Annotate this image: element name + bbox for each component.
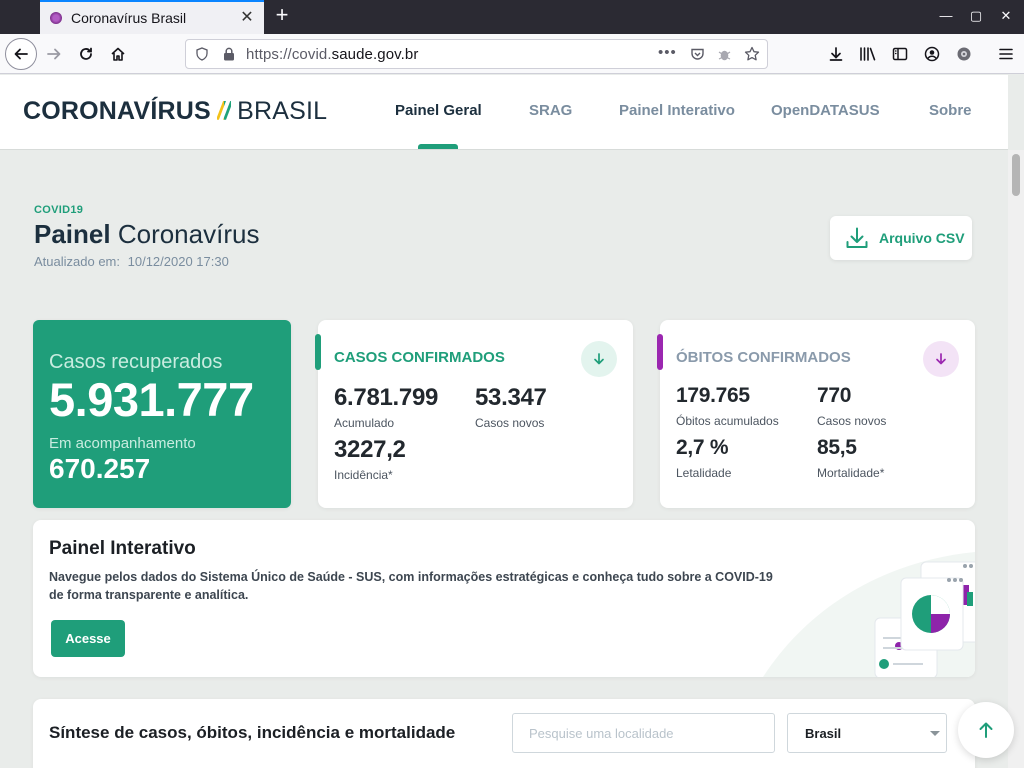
recovered-label: Casos recuperados (49, 351, 223, 373)
scrollbar-thumb[interactable] (1012, 154, 1020, 196)
csv-button-label: Arquivo CSV (879, 230, 965, 246)
last-updated: Atualizado em: 10/12/2020 17:30 (34, 254, 229, 269)
menu-item-opendatasus[interactable]: OpenDATASUS (771, 102, 880, 119)
cases-accumulated-label: Acumulado (334, 416, 395, 430)
bookmark-star-icon[interactable] (744, 46, 760, 62)
region-select-value: Brasil (805, 725, 842, 741)
page-title: Painel Coronavírus (34, 219, 260, 249)
tab-title: Coronavírus Brasil (71, 10, 187, 26)
region-select[interactable]: Brasil (787, 713, 947, 753)
sidebar-button[interactable] (886, 40, 914, 68)
browser-tab-bar: Coronavírus Brasil ✕ + — ▢ ✕ (0, 0, 1024, 34)
interactive-panel-description: Navegue pelos dados do Sistema Único de … (49, 570, 773, 602)
confirmed-cases-card: CASOS CONFIRMADOS 6.781.799 Acumulado 53… (315, 320, 633, 508)
card-accent-bar (315, 334, 321, 370)
arrow-down-icon (936, 353, 946, 365)
downloads-button[interactable] (822, 40, 850, 68)
page-kicker: COVID19 (34, 204, 84, 216)
download-csv-button[interactable]: Arquivo CSV (830, 216, 972, 260)
reload-icon (80, 47, 92, 60)
deaths-new-label: Casos novos (817, 414, 887, 428)
menu-item-sobre[interactable]: Sobre (929, 102, 972, 119)
deaths-accumulated-value: 179.765 (676, 384, 750, 407)
menu-item-painel-geral[interactable]: Painel Geral (395, 102, 482, 119)
back-to-top-button[interactable] (958, 702, 1014, 758)
sidebar-icon (892, 47, 908, 61)
cases-incidence-value: 3227,2 (334, 436, 406, 463)
followup-label: Em acompanhamento (49, 435, 196, 452)
deaths-expand-button[interactable] (923, 341, 959, 377)
url-text[interactable]: https://covid.saude.gov.br (246, 46, 418, 63)
pocket-icon[interactable] (690, 47, 705, 62)
home-icon (111, 47, 125, 61)
logo-bold-text: CORONAVÍRUS (23, 97, 211, 125)
browser-tab[interactable]: Coronavírus Brasil ✕ (40, 0, 264, 34)
arrow-up-icon (979, 722, 993, 738)
arrow-left-icon (14, 48, 28, 60)
access-button[interactable]: Acesse (51, 620, 125, 657)
logo-slash-mark: // (216, 97, 232, 125)
menu-item-srag[interactable]: SRAG (529, 102, 572, 119)
mortality-value: 85,5 (817, 436, 857, 459)
recovered-value: 5.931.777 (49, 373, 254, 426)
cases-accumulated-value: 6.781.799 (334, 384, 439, 411)
synthesis-card: Síntese de casos, óbitos, incidência e m… (33, 699, 975, 768)
new-tab-icon[interactable]: + (270, 4, 294, 28)
interactive-panel-title: Painel Interativo (49, 538, 196, 559)
lethality-label: Letalidade (676, 466, 732, 480)
site-logo[interactable]: CORONAVÍRUS//BRASIL (23, 97, 327, 126)
lock-icon[interactable] (223, 47, 235, 61)
menu-button[interactable] (992, 40, 1020, 68)
library-button[interactable] (854, 40, 882, 68)
card-accent-bar (657, 334, 663, 370)
virus-favicon-icon (50, 12, 62, 24)
recovered-cases-card: Casos recuperados 5.931.777 Em acompanha… (33, 320, 291, 508)
page-actions-icon[interactable]: ••• (658, 44, 677, 61)
extensions-button[interactable] (950, 40, 978, 68)
active-menu-indicator (418, 144, 458, 149)
deaths-accumulated-label: Óbitos acumulados (676, 414, 779, 428)
arrow-down-icon (594, 353, 604, 365)
interactive-panel-card: Painel Interativo Navegue pelos dados do… (33, 520, 975, 677)
download-icon (846, 227, 868, 248)
cases-incidence-label: Incidência* (334, 468, 393, 482)
reload-button[interactable] (72, 40, 100, 68)
logo-light-text: BRASIL (237, 97, 328, 125)
close-tab-icon[interactable]: ✕ (238, 8, 256, 26)
followup-value: 670.257 (49, 453, 151, 484)
shield-icon[interactable] (195, 47, 209, 61)
menu-item-painel-interativo[interactable]: Painel Interativo (619, 102, 735, 119)
location-search-input[interactable] (512, 713, 775, 753)
cases-new-value: 53.347 (475, 384, 547, 411)
forward-button[interactable] (40, 40, 68, 68)
minimize-window-icon[interactable]: — (936, 6, 956, 26)
cases-new-label: Casos novos (475, 416, 545, 430)
maximize-window-icon[interactable]: ▢ (966, 6, 986, 26)
download-icon (829, 47, 843, 61)
confirmed-deaths-card: ÓBITOS CONFIRMADOS 179.765 Óbitos acumul… (657, 320, 975, 508)
url-bar[interactable]: https://covid.saude.gov.br ••• (185, 39, 768, 69)
caret-down-icon (930, 731, 940, 736)
mortality-label: Mortalidade* (817, 466, 885, 480)
confirmed-cases-title: CASOS CONFIRMADOS (334, 349, 505, 366)
page-scrollbar[interactable] (1008, 150, 1024, 768)
close-window-icon[interactable]: ✕ (996, 6, 1016, 26)
dashboard-illustration-icon (763, 552, 975, 677)
browser-nav-bar: https://covid.saude.gov.br ••• (0, 34, 1024, 74)
extension-bug-icon[interactable] (717, 47, 732, 62)
gear-extension-icon (957, 47, 971, 61)
back-button[interactable] (5, 38, 37, 70)
cases-expand-button[interactable] (581, 341, 617, 377)
lethality-value: 2,7 % (676, 436, 729, 459)
library-icon (860, 47, 876, 61)
arrow-right-icon (47, 48, 61, 60)
home-button[interactable] (104, 40, 132, 68)
deaths-new-value: 770 (817, 384, 852, 407)
hamburger-menu-icon (999, 48, 1013, 60)
confirmed-deaths-title: ÓBITOS CONFIRMADOS (676, 349, 851, 366)
synthesis-title: Síntese de casos, óbitos, incidência e m… (49, 723, 456, 742)
account-button[interactable] (918, 40, 946, 68)
account-icon (924, 46, 940, 62)
site-header: CORONAVÍRUS//BRASIL Painel Geral SRAG Pa… (0, 75, 1008, 150)
